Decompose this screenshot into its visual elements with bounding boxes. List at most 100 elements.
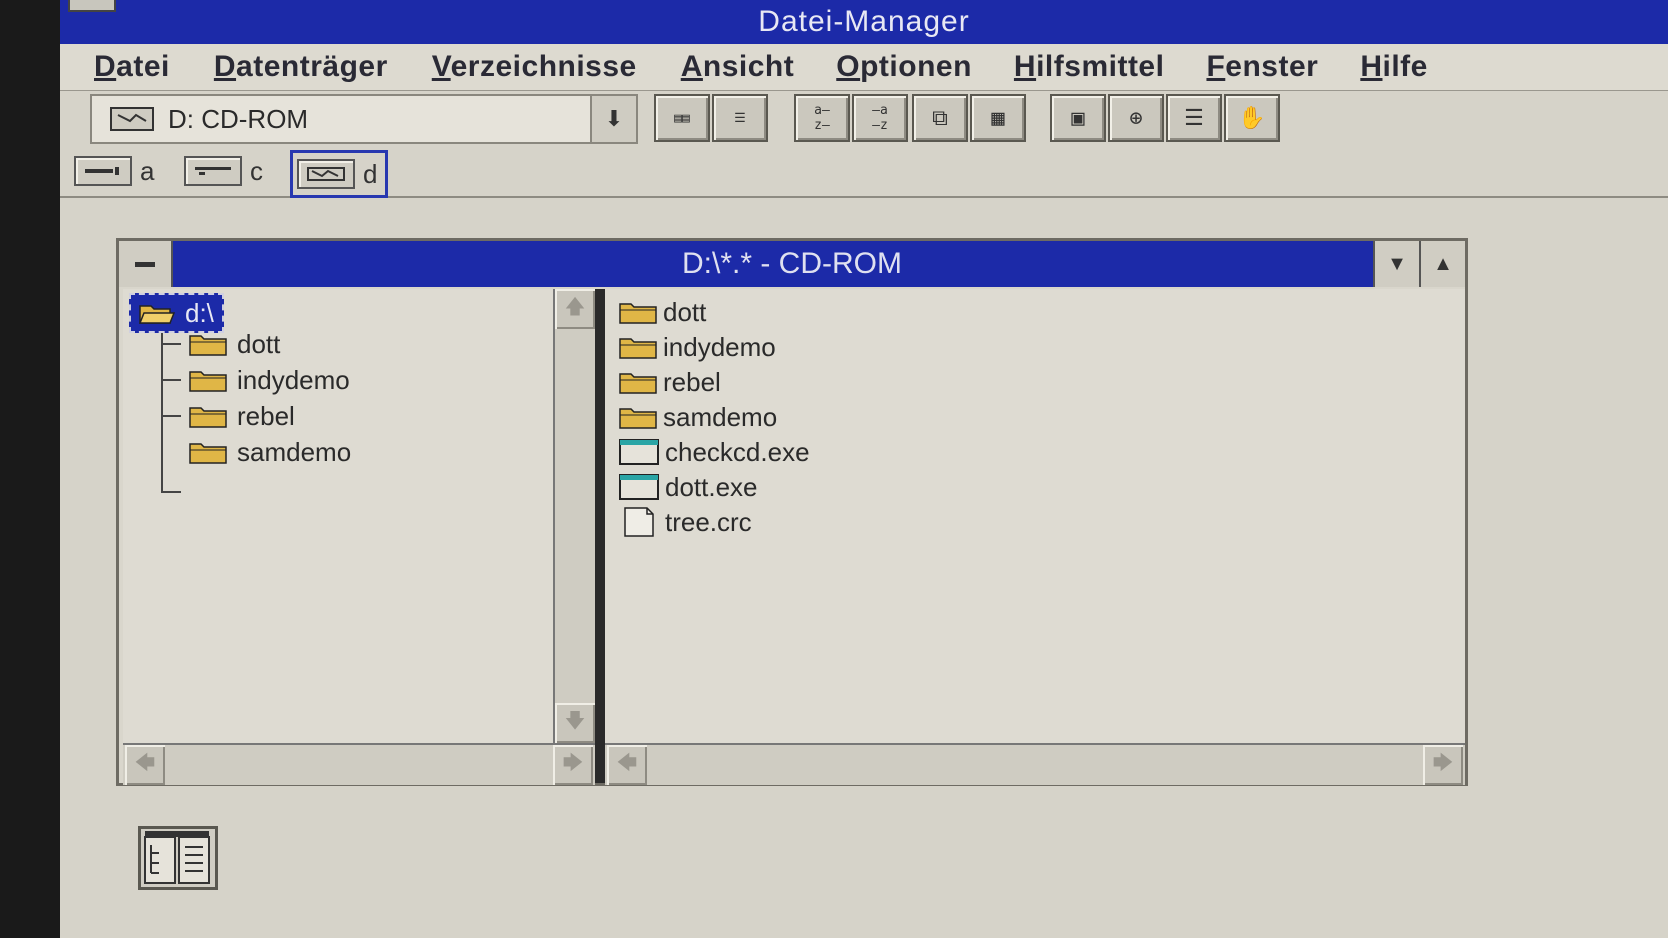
disk-icon: ▣ (1071, 105, 1085, 131)
folder-icon (619, 303, 657, 324)
file-name: tree.crc (665, 506, 752, 537)
scroll-left-arrow-icon[interactable]: 🡄 (125, 745, 165, 785)
menu-hilfsmittel[interactable]: Hilfsmittel (1014, 50, 1165, 84)
tree-vertical-scrollbar[interactable]: 🡅 🡇 (553, 289, 597, 743)
toolbar: D: CD-ROM ⬇ ▤▤ ☰ a— z— —a —z ⧉ ▦ ▣ ⊕ ☰ ✋ (60, 92, 1668, 146)
file-name: samdemo (663, 401, 778, 432)
tree-and-dir-view-button[interactable]: ▤▤ (654, 94, 710, 142)
file-name: rebel (663, 366, 721, 397)
tree-dir-icon (144, 831, 210, 884)
tree-dir-icon: ▤▤ (674, 110, 690, 126)
details-icon: ▦ (991, 105, 1005, 131)
menu-datei[interactable]: Datei (94, 50, 170, 84)
menu-optionen[interactable]: Optionen (836, 50, 972, 84)
file-list-item[interactable]: dott (619, 295, 706, 329)
tree-connector (161, 415, 181, 417)
scroll-right-arrow-icon[interactable]: 🡆 (553, 745, 593, 785)
file-name: indydemo (663, 331, 776, 362)
stop-share-button[interactable]: ☰ (1166, 94, 1222, 142)
menu-hilfe[interactable]: Hilfe (1360, 50, 1428, 84)
scroll-left-arrow-icon[interactable]: 🡄 (607, 745, 647, 785)
chevron-down-icon[interactable]: ⬇ (590, 96, 636, 142)
maximize-button[interactable]: ▲ (1419, 241, 1465, 287)
tree-item[interactable]: samdemo (189, 435, 351, 469)
tree-pane: d:\ dott indydemo rebel samdemo (123, 289, 553, 743)
folder-icon (619, 408, 657, 429)
directory-window: D:\*.* - CD-ROM ▼ ▲ d:\ dott indydemo re… (116, 238, 1468, 786)
file-list-item[interactable]: tree.crc (619, 505, 752, 539)
drive-d-button[interactable]: d (290, 150, 389, 198)
connect-drive-button[interactable]: ▣ (1050, 94, 1106, 142)
sort-by-type-button[interactable]: —a —z (852, 94, 908, 142)
menu-datentraeger[interactable]: Datenträger (214, 50, 388, 84)
drive-a-label: a (140, 155, 155, 186)
cdrom-icon (110, 107, 154, 131)
menu-bar: Datei Datenträger Verzeichnisse Ansicht … (60, 44, 1668, 91)
drive-a-button[interactable]: a (74, 150, 154, 192)
folder-icon (619, 338, 657, 359)
tree-horizontal-scrollbar[interactable]: 🡄 🡆 (123, 743, 595, 785)
details-button[interactable]: ▦ (970, 94, 1026, 142)
tree-item-label: indydemo (237, 364, 350, 395)
directory-window-title: D:\*.* - CD-ROM (682, 247, 902, 280)
drive-select[interactable]: D: CD-ROM ⬇ (90, 94, 638, 144)
cdrom-drive-icon (297, 159, 355, 189)
tree-item[interactable]: indydemo (189, 363, 350, 397)
minimize-button[interactable]: ▼ (1373, 241, 1419, 287)
file-list-item[interactable]: checkcd.exe (619, 435, 810, 469)
tree-item[interactable]: rebel (189, 399, 295, 433)
folder-icon (189, 443, 227, 464)
scroll-up-arrow-icon[interactable]: 🡅 (555, 289, 595, 329)
drive-c-label: c (250, 155, 263, 186)
drive-select-value: D: CD-ROM (168, 103, 309, 134)
file-list-horizontal-scrollbar[interactable]: 🡄 🡆 (605, 743, 1465, 785)
copy-button[interactable]: ⧉ (912, 94, 968, 142)
file-list-item[interactable]: indydemo (619, 330, 776, 364)
tree-item[interactable]: dott (189, 327, 280, 361)
app-title-bar: Datei-Manager (60, 0, 1668, 44)
menu-ansicht[interactable]: Ansicht (681, 50, 795, 84)
tree-connector (161, 379, 181, 381)
file-name: checkcd.exe (665, 436, 810, 467)
file-list-pane: dott indydemo rebel samdemo checkcd.exe … (605, 289, 1465, 743)
directory-window-title-bar: D:\*.* - CD-ROM ▼ ▲ (119, 241, 1465, 287)
folder-icon (189, 335, 227, 356)
folder-icon (189, 407, 227, 428)
program-icon (619, 439, 659, 465)
menu-fenster[interactable]: Fenster (1206, 50, 1318, 84)
sort-name-icon: a— z— (814, 103, 830, 133)
open-folder-icon (139, 305, 175, 324)
system-menu-button[interactable] (68, 0, 116, 12)
drive-d-label: d (363, 158, 378, 189)
sort-by-name-button[interactable]: a— z— (794, 94, 850, 142)
hard-drive-icon (184, 156, 242, 186)
tree-connector (161, 343, 181, 345)
tree-connector (161, 333, 163, 493)
minimized-window-icon[interactable] (138, 826, 218, 890)
screen: Datei-Manager Datei Datenträger Verzeich… (60, 0, 1668, 938)
share-icon: ⊕ (1129, 105, 1143, 131)
folder-icon (189, 371, 227, 392)
app-title: Datei-Manager (758, 5, 970, 38)
share-button[interactable]: ⊕ (1108, 94, 1164, 142)
copy-icon: ⧉ (932, 105, 948, 131)
tree-item-label: samdemo (237, 436, 352, 467)
hand-icon: ✋ (1238, 105, 1266, 131)
scroll-down-arrow-icon[interactable]: 🡇 (555, 703, 595, 743)
dir-only-view-button[interactable]: ☰ (712, 94, 768, 142)
folder-icon (619, 373, 657, 394)
window-system-menu-button[interactable] (119, 241, 173, 287)
pane-splitter[interactable] (595, 289, 605, 783)
file-list-item[interactable]: dott.exe (619, 470, 758, 504)
tree-root-label: d:\ (185, 297, 214, 328)
drive-c-button[interactable]: c (184, 150, 263, 192)
file-list-item[interactable]: rebel (619, 365, 721, 399)
drive-bar: a c d (60, 146, 1668, 198)
menu-verzeichnisse[interactable]: Verzeichnisse (432, 50, 637, 84)
sort-type-icon: —a —z (872, 103, 888, 133)
scroll-right-arrow-icon[interactable]: 🡆 (1423, 745, 1463, 785)
program-icon (619, 474, 659, 500)
document-icon (624, 507, 654, 537)
file-list-item[interactable]: samdemo (619, 400, 777, 434)
disconnect-button[interactable]: ✋ (1224, 94, 1280, 142)
